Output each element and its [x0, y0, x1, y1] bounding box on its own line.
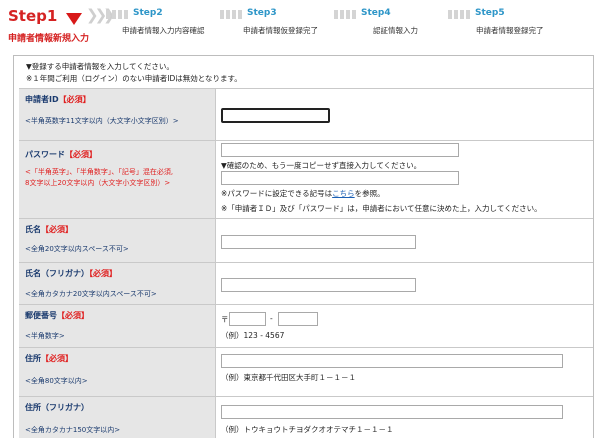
postal-mark: 〒 — [221, 315, 229, 324]
field-hint: <全角カタカナ20文字以内スペース不可> — [25, 290, 157, 298]
field-cell: 〒 - （例）123 - 4567 — [216, 305, 593, 347]
row-name: 氏名【必須】 <全角20文字以内スペース不可> — [19, 219, 593, 263]
address-example: （例）東京都千代田区大手町１－１－１ — [221, 373, 356, 382]
field-label: 氏名【必須】 — [25, 225, 73, 234]
step5-number: Step5 — [475, 8, 505, 18]
step-progress: Step1 申請者情報新規入力 ❯❯❯ Step2 申請者情報入力内容確認 St… — [0, 0, 600, 52]
step-divider-icon — [220, 10, 242, 19]
step3-desc: 申請者情報仮登録完了 — [243, 26, 318, 35]
step-divider-icon — [448, 10, 470, 19]
postal-dash: - — [270, 314, 273, 323]
field-label: 住所【必須】 — [25, 354, 73, 363]
field-cell: ▼確認のため、もう一度コピーせず直接入力してください。 ※パスワードに設定できる… — [216, 141, 593, 218]
credential-decide-note: ※「申請者ＩＤ」及び「パスワード」は，申請者において任意に決めた上，入力してくだ… — [221, 204, 542, 213]
step2-number: Step2 — [133, 8, 163, 18]
row-address: 住所【必須】 <全角80文字以内> （例）東京都千代田区大手町１－１－１ — [19, 348, 593, 397]
password-confirm-input[interactable] — [221, 171, 459, 185]
address-input[interactable] — [221, 354, 563, 368]
password-confirm-note: ▼確認のため、もう一度コピーせず直接入力してください。 — [221, 161, 422, 170]
name-input[interactable] — [221, 235, 416, 249]
password-input[interactable] — [221, 143, 459, 157]
required-badge: 【必須】 — [65, 150, 97, 159]
required-badge: 【必須】 — [41, 354, 73, 363]
step1-number: Step1 — [8, 7, 58, 25]
field-cell — [216, 263, 593, 304]
name-kana-input[interactable] — [221, 278, 416, 292]
field-hint: <全角20文字以内スペース不可> — [25, 245, 129, 253]
step2-desc: 申請者情報入力内容確認 — [122, 26, 205, 35]
field-cell — [216, 219, 593, 262]
applicant-id-input[interactable] — [221, 108, 330, 123]
field-hint: <全角80文字以内> — [25, 377, 88, 385]
field-hint: <半角英数字11文字以内（大文字小文字区別）> — [25, 117, 179, 125]
row-password: パスワード【必須】 <「半角英字」、「半角数字」、「記号」混在必須, 8文字以上… — [19, 141, 593, 219]
password-symbol-link[interactable]: こちら — [332, 189, 355, 198]
notice-line1: ▼登録する申請者情報を入力してください。 — [26, 62, 174, 71]
postal-code-second-input[interactable] — [278, 312, 318, 326]
field-label: パスワード【必須】 — [25, 150, 97, 159]
label-cell: 郵便番号【必須】 <半角数字> — [19, 305, 216, 347]
label-cell: 氏名（フリガナ）【必須】 <全角カタカナ20文字以内スペース不可> — [19, 263, 216, 304]
label-cell: 氏名【必須】 <全角20文字以内スペース不可> — [19, 219, 216, 262]
field-label: 住所（フリガナ） — [25, 403, 89, 412]
step-divider-icon — [106, 10, 128, 19]
password-symbol-note: ※パスワードに設定できる記号はこちらを参照。 — [221, 189, 385, 198]
address-kana-input[interactable] — [221, 405, 563, 419]
form-table: 申請者ID【必須】 <半角英数字11文字以内（大文字小文字区別）> パスワード【… — [19, 88, 593, 438]
postal-example: （例）123 - 4567 — [221, 331, 285, 340]
label-cell: 住所（フリガナ） <全角カタカナ150文字以内> — [19, 397, 216, 438]
step5-desc: 申請者情報登録完了 — [476, 26, 544, 35]
row-address-kana: 住所（フリガナ） <全角カタカナ150文字以内> （例）トウキョウトチヨダクオオ… — [19, 397, 593, 438]
postal-code-first-input[interactable] — [229, 312, 266, 326]
required-badge: 【必須】 — [89, 269, 117, 278]
field-label: 氏名（フリガナ）【必須】 — [25, 269, 117, 278]
field-cell: （例）トウキョウトチヨダクオオテマチ１－１－１ — [216, 397, 593, 438]
address-kana-example: （例）トウキョウトチヨダクオオテマチ１－１－１ — [221, 425, 394, 434]
step4-desc: 認証情報入力 — [373, 26, 418, 35]
field-hint: <半角数字> — [25, 332, 65, 340]
field-cell — [216, 89, 593, 140]
applicant-form: ▼登録する申請者情報を入力してください。 ※１年間ご利用（ログイン）のない申請者… — [13, 55, 594, 438]
required-badge: 【必須】 — [58, 95, 91, 104]
field-hint: <全角カタカナ150文字以内> — [25, 426, 121, 434]
notice-line2: ※１年間ご利用（ログイン）のない申請者IDは無効となります。 — [26, 74, 242, 83]
row-name-kana: 氏名（フリガナ）【必須】 <全角カタカナ20文字以内スペース不可> — [19, 263, 593, 305]
required-badge: 【必須】 — [57, 311, 89, 320]
field-label: 郵便番号【必須】 — [25, 311, 89, 320]
required-badge: 【必須】 — [41, 225, 73, 234]
step4-number: Step4 — [361, 8, 391, 18]
row-applicant-id: 申請者ID【必須】 <半角英数字11文字以内（大文字小文字区別）> — [19, 89, 593, 141]
field-cell: （例）東京都千代田区大手町１－１－１ — [216, 348, 593, 396]
field-hint: 8文字以上20文字以内（大文字小文字区別）> — [25, 179, 171, 187]
step3-number: Step3 — [247, 8, 277, 18]
current-step-arrow-icon — [66, 13, 82, 25]
label-cell: 申請者ID【必須】 <半角英数字11文字以内（大文字小文字区別）> — [19, 89, 216, 140]
row-postal: 郵便番号【必須】 <半角数字> 〒 - （例）123 - 4567 — [19, 305, 593, 348]
field-label: 申請者ID【必須】 — [25, 95, 91, 104]
field-hint: <「半角英字」、「半角数字」、「記号」混在必須, — [25, 168, 174, 176]
step-divider-icon — [334, 10, 356, 19]
step1-desc: 申請者情報新規入力 — [8, 34, 90, 44]
form-notice: ▼登録する申請者情報を入力してください。 ※１年間ご利用（ログイン）のない申請者… — [14, 56, 593, 88]
label-cell: 住所【必須】 <全角80文字以内> — [19, 348, 216, 396]
label-cell: パスワード【必須】 <「半角英字」、「半角数字」、「記号」混在必須, 8文字以上… — [19, 141, 216, 218]
